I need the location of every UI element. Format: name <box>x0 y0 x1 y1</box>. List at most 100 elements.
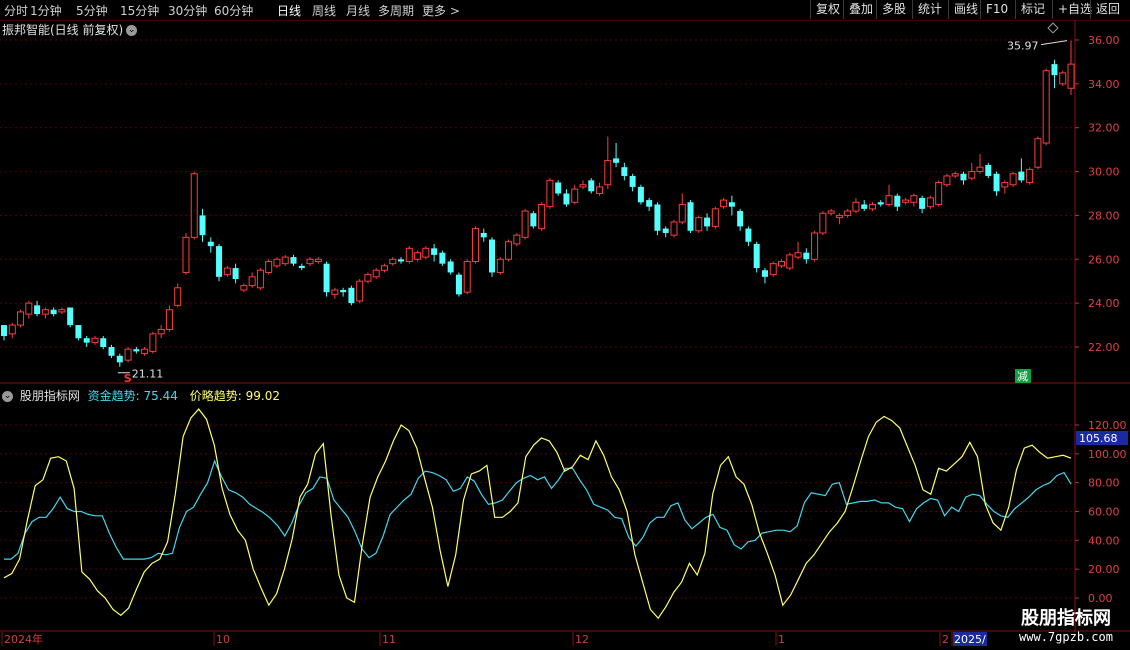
candle-body-down <box>100 338 107 347</box>
candle-body-up <box>513 234 521 245</box>
candle-body-down <box>704 217 711 227</box>
candle-body-down <box>1051 64 1058 76</box>
candle-body-up <box>463 260 471 293</box>
candle-body-up <box>604 160 612 186</box>
candle-body-down <box>530 213 537 227</box>
candle-body-up <box>720 199 728 208</box>
candle-body-up <box>306 258 314 265</box>
date-label: 2025/ <box>954 633 986 646</box>
date-label: 10 <box>216 633 230 646</box>
candle-body-down <box>439 252 446 264</box>
candle-body-down <box>298 265 305 269</box>
candle-body-up <box>58 309 66 313</box>
date-label: 1 <box>778 633 785 646</box>
candle-body-up <box>364 274 372 282</box>
diamond-icon <box>1047 22 1059 34</box>
candle-body-down <box>398 259 405 262</box>
candle-body-up <box>414 252 422 260</box>
candle-body-up <box>546 179 554 208</box>
candle-body-down <box>340 289 347 293</box>
candle-body-up <box>149 333 157 352</box>
candle-body-down <box>687 202 694 231</box>
stock-chart: 36.00 34.00 32.00 30.00 28.00 26.00 24.00 22.00… <box>0 20 1130 646</box>
high-marker-arrow <box>1040 40 1068 46</box>
watermark-title: 股朋指标网 <box>1021 608 1111 629</box>
candle-body-down <box>290 257 297 264</box>
indicator-axis-label: 100.00 <box>1088 448 1127 461</box>
indicator-axis-label: 40.00 <box>1088 534 1120 547</box>
candle-body-up <box>811 232 819 260</box>
price-axis-label: 30.00 <box>1088 166 1120 179</box>
candle-body-down <box>555 182 562 194</box>
candle-body-up <box>596 186 604 195</box>
candle-body-down <box>480 232 487 238</box>
candle-body-up <box>926 197 934 208</box>
jian-badge: 减 <box>1017 370 1028 383</box>
candle-body-down <box>861 204 868 209</box>
candle-body-up <box>141 348 149 355</box>
price-axis-label: 28.00 <box>1088 209 1120 222</box>
candle-body-up <box>695 217 703 232</box>
candle-body-up <box>91 337 99 344</box>
date-label: 2 <box>942 633 949 646</box>
candle-body-down <box>613 158 620 163</box>
candle-body-down <box>894 195 901 207</box>
candle-body-up <box>844 210 852 216</box>
candle-body-up <box>471 228 479 262</box>
candle-body-down <box>323 263 330 293</box>
candle-body-up <box>794 252 802 258</box>
candle-body-up <box>273 258 281 267</box>
candle-body-down <box>75 325 82 339</box>
candle-body-down <box>646 200 653 207</box>
candle-body-up <box>314 258 322 262</box>
candle-body-up <box>852 201 860 212</box>
candle-body-up <box>678 203 686 223</box>
date-label: 11 <box>382 633 396 646</box>
candle-body-down <box>877 202 884 205</box>
candle-body-down <box>199 215 206 236</box>
candle-body-up <box>165 309 173 330</box>
candle-body-up <box>778 260 786 267</box>
candle-body-up <box>1001 182 1009 188</box>
candle-body-up <box>331 289 339 295</box>
current-value-label: 105.68 <box>1079 432 1118 445</box>
price-axis-label: 32.00 <box>1088 122 1120 135</box>
candle-body-down <box>489 239 496 273</box>
candle-body-up <box>902 199 910 203</box>
candle-body-up <box>521 210 529 238</box>
candle-body-up <box>711 208 719 227</box>
candle-body-up <box>819 212 827 234</box>
candle-body-up <box>579 184 587 188</box>
candle-body-up <box>976 166 984 173</box>
candle-body-down <box>133 349 140 352</box>
candle-body-up <box>769 263 777 276</box>
sell-signal: S <box>124 372 132 385</box>
candle-body-down <box>563 193 570 205</box>
candle-body-down <box>116 355 123 363</box>
price-axis-label: 24.00 <box>1088 297 1120 310</box>
candle-body-up <box>1009 173 1017 186</box>
indicator-axis-label: 20.00 <box>1088 563 1120 576</box>
candle-body-down <box>50 309 57 315</box>
candle-body-up <box>157 328 165 335</box>
candle-body-up <box>885 195 893 205</box>
candle-body-down <box>621 167 628 176</box>
candle-body-down <box>637 186 644 203</box>
candle-body-up <box>8 324 16 335</box>
candle-body-up <box>389 258 397 265</box>
candle-body-down <box>431 248 438 255</box>
candle-body-up <box>1034 138 1042 168</box>
candle-body-up <box>240 285 248 291</box>
candle-body-up <box>265 260 273 273</box>
candle-body-up <box>182 236 190 273</box>
candle-body-down <box>919 197 926 209</box>
candle-body-up <box>951 173 959 177</box>
watermark-url: www.7gpzb.com <box>1019 630 1113 644</box>
candle-body-down <box>348 287 355 304</box>
candle-body-down <box>737 211 744 227</box>
candle-body-up <box>1042 70 1050 144</box>
candle-body-down <box>728 202 735 207</box>
candle-body-down <box>67 307 74 326</box>
candle-body-up <box>968 171 976 179</box>
candle-body-up <box>223 267 231 276</box>
